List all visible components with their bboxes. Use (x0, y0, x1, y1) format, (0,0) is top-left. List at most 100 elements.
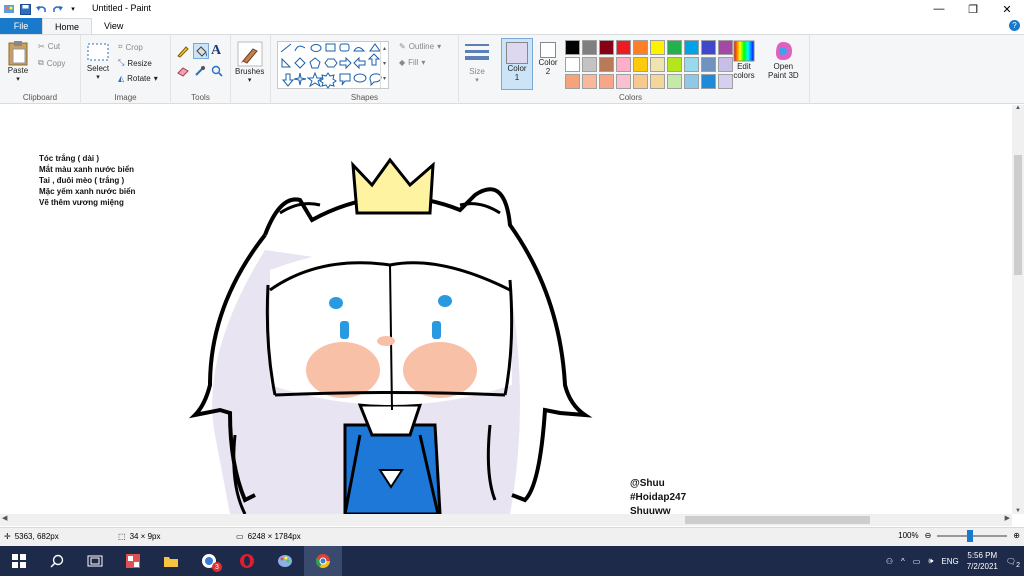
palette-swatch[interactable] (684, 74, 699, 89)
notification-center-icon[interactable]: 🗨 2 (1006, 557, 1020, 569)
taskbar-app-paint[interactable] (266, 546, 304, 576)
palette-swatch[interactable] (667, 57, 682, 72)
scroll-right-icon[interactable]: ▶ (1005, 514, 1010, 522)
taskbar-app-photos[interactable] (114, 546, 152, 576)
zoom-slider-knob[interactable] (967, 529, 974, 542)
palette-swatch[interactable] (565, 40, 580, 55)
palette-swatch[interactable] (633, 57, 648, 72)
horizontal-scrollbar[interactable]: ◀ ▶ (0, 514, 1012, 526)
scroll-up-icon[interactable]: ▲ (1012, 105, 1024, 111)
language-indicator[interactable]: ENG (941, 557, 958, 566)
task-view-button[interactable] (76, 546, 114, 576)
palette-swatch[interactable] (616, 40, 631, 55)
zoom-slider[interactable] (937, 529, 1008, 542)
clock[interactable]: 5:56 PM 7/2/2021 (967, 550, 998, 572)
shapes-scroll[interactable]: ▴ ▾ ▾ (380, 42, 388, 88)
pencil-tool[interactable] (176, 44, 190, 58)
vertical-scrollbar[interactable]: ▲ ▼ (1012, 105, 1024, 514)
fill-tool[interactable] (193, 43, 209, 59)
palette-swatch[interactable] (616, 57, 631, 72)
text-tool[interactable]: A (211, 43, 221, 59)
people-icon[interactable]: ⚇ (886, 557, 893, 566)
rotate-button[interactable]: ◭ Rotate ▾ (118, 74, 158, 83)
customize-qat-icon[interactable]: ▾ (66, 2, 80, 16)
tab-home[interactable]: Home (42, 18, 93, 34)
scroll-down-icon[interactable]: ▼ (1012, 508, 1024, 514)
palette-swatch[interactable] (599, 57, 614, 72)
palette-swatch[interactable] (684, 57, 699, 72)
paste-button[interactable]: Paste ▾ (6, 40, 30, 83)
palette-swatch[interactable] (582, 74, 597, 89)
palette-swatch[interactable] (718, 40, 733, 55)
palette-swatch[interactable] (718, 74, 733, 89)
palette-swatch[interactable] (701, 74, 716, 89)
show-hidden-icons[interactable]: ^ (901, 557, 905, 566)
zoom-in-icon[interactable]: ⊕ (1013, 531, 1020, 540)
help-icon[interactable]: ? (1009, 20, 1020, 31)
drawing-canvas[interactable]: Tóc trắng ( dài ) Mắt màu xanh nước biển… (0, 105, 1012, 514)
magnifier-tool[interactable] (211, 65, 223, 77)
horizontal-scroll-thumb[interactable] (685, 516, 870, 524)
paste-dropdown-icon[interactable]: ▾ (16, 75, 20, 83)
palette-swatch[interactable] (599, 74, 614, 89)
brushes-dropdown-icon[interactable]: ▾ (248, 76, 252, 84)
undo-icon[interactable] (34, 2, 48, 16)
palette-swatch[interactable] (684, 40, 699, 55)
taskbar-app-chrome[interactable] (304, 546, 342, 576)
taskbar-app-opera[interactable] (228, 546, 266, 576)
save-icon[interactable] (18, 2, 32, 16)
open-paint3d-button[interactable]: Open Paint 3D (768, 40, 799, 80)
network-icon[interactable]: ▭ (913, 557, 921, 566)
copy-button[interactable]: ⧉ Copy (38, 58, 65, 68)
palette-swatch[interactable] (599, 40, 614, 55)
volume-icon[interactable]: 🕪 (928, 556, 933, 566)
resize-button[interactable]: ⤡ Resize (118, 58, 152, 68)
eraser-icon (177, 67, 189, 77)
search-button[interactable] (38, 546, 76, 576)
redo-icon[interactable] (50, 2, 64, 16)
palette-swatch[interactable] (633, 40, 648, 55)
minimize-button[interactable]: — (922, 0, 956, 18)
palette-swatch[interactable] (650, 40, 665, 55)
rotate-dropdown-icon[interactable]: ▾ (154, 74, 158, 83)
palette-swatch[interactable] (701, 40, 716, 55)
palette-swatch[interactable] (565, 57, 580, 72)
color2-button[interactable]: Color 2 (537, 42, 559, 76)
taskbar-app-chat[interactable]: 3 (190, 546, 228, 576)
size-button[interactable]: Size ▾ (463, 41, 491, 84)
outline-button[interactable]: ✎ Outline ▾ (399, 42, 441, 51)
scroll-left-icon[interactable]: ◀ (2, 514, 7, 522)
palette-swatch[interactable] (582, 57, 597, 72)
palette-swatch[interactable] (650, 57, 665, 72)
select-button[interactable]: Select ▾ (86, 42, 110, 81)
taskbar-app-explorer[interactable] (152, 546, 190, 576)
color1-button[interactable]: Color 1 (501, 38, 533, 90)
select-dropdown-icon[interactable]: ▾ (96, 73, 100, 81)
shapes-gallery[interactable]: ▴ ▾ ▾ (277, 41, 389, 89)
restore-button[interactable]: ❐ (956, 0, 990, 18)
palette-swatch[interactable] (565, 74, 580, 89)
eraser-tool[interactable] (176, 65, 190, 77)
tab-file[interactable]: File (0, 18, 42, 34)
palette-swatch[interactable] (616, 74, 631, 89)
palette-swatch[interactable] (667, 74, 682, 89)
line-size-icon (465, 44, 489, 60)
paint-app-icon[interactable] (2, 2, 16, 16)
brushes-button[interactable]: Brushes ▾ (235, 41, 264, 84)
fill-button[interactable]: ◆ Fill ▾ (399, 58, 425, 67)
crop-button[interactable]: ⌗ Crop (118, 42, 143, 52)
vertical-scroll-thumb[interactable] (1014, 155, 1022, 275)
tab-view[interactable]: View (92, 18, 135, 34)
start-button[interactable] (0, 546, 38, 576)
close-button[interactable]: ✕ (990, 0, 1024, 18)
palette-swatch[interactable] (582, 40, 597, 55)
color-picker-tool[interactable] (194, 65, 206, 77)
palette-swatch[interactable] (650, 74, 665, 89)
edit-colors-button[interactable]: Edit colors (733, 40, 755, 80)
palette-swatch[interactable] (701, 57, 716, 72)
palette-swatch[interactable] (633, 74, 648, 89)
palette-swatch[interactable] (718, 57, 733, 72)
cut-button[interactable]: ✂ Cut (38, 42, 60, 51)
palette-swatch[interactable] (667, 40, 682, 55)
zoom-out-icon[interactable]: ⊖ (925, 531, 932, 540)
